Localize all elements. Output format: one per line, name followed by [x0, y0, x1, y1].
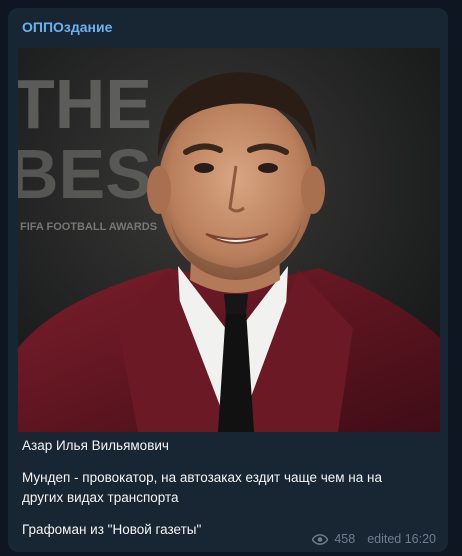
view-count: 458: [334, 532, 356, 546]
caption-line-description-cont: других видах транспорта: [22, 490, 179, 505]
edited-timestamp: edited 16:20: [367, 532, 436, 546]
caption-line-name: Азар Илья Вильямович: [22, 438, 169, 453]
message-meta: 458 edited 16:20: [312, 532, 436, 546]
channel-name[interactable]: ОППОздание: [22, 18, 112, 36]
caption-line-description: Мундеп - провокатор, на автозаках ездит …: [22, 470, 382, 485]
backdrop-text-top: THE: [18, 65, 152, 143]
eye-icon: [312, 533, 329, 545]
backdrop-text-mid: BES: [18, 135, 152, 213]
backdrop-logo-text: FIFA FOOTBALL AWARDS: [20, 221, 157, 233]
message-photo[interactable]: THE BES FIFA FOOTBALL AWARDS: [18, 48, 440, 432]
message-bubble[interactable]: ОППОздание THE BES FIFA FOOTBALL AWARDS …: [8, 8, 448, 552]
message-caption: Азар Илья Вильямович Мундеп - провокатор…: [22, 436, 432, 540]
portrait-illustration: THE BES FIFA FOOTBALL AWARDS: [18, 48, 440, 432]
